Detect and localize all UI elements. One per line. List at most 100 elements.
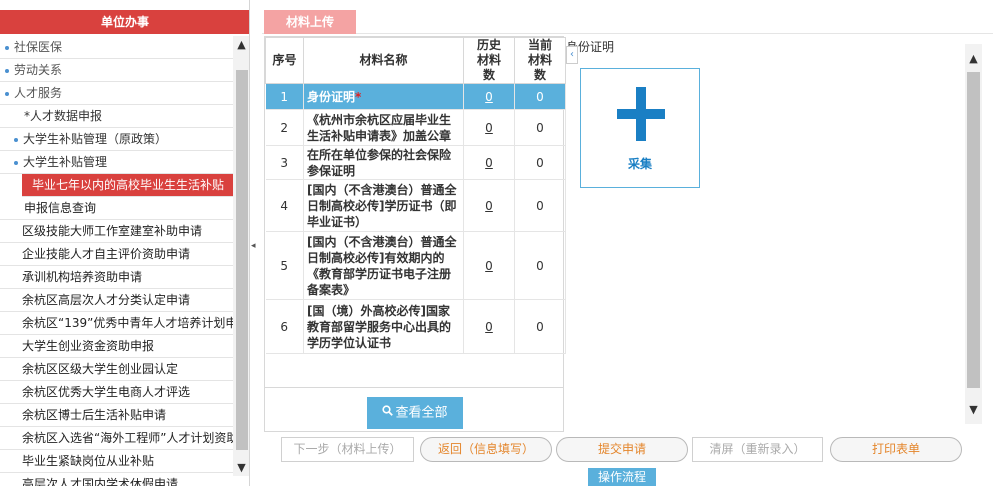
sidebar-item[interactable]: 大学生补贴管理（原政策） [0,128,233,151]
sidebar-item[interactable]: 承训机构培养资助申请 [0,266,233,289]
sidebar-item[interactable]: 人才服务 [0,82,233,105]
sidebar-item-label: 余杭区“139”优秀中青年人才培养计划申 [22,316,233,330]
sidebar-item-label: 余杭区高层次人才分类认定申请 [22,293,191,307]
bullet-icon [14,137,18,142]
main-scroll-thumb[interactable] [967,72,980,388]
sidebar-item[interactable]: 毕业生紧缺岗位从业补贴 [0,450,233,473]
material-panel: 序号 材料名称 历史材料数 当前材料数 1 身份证明* 0 0 2 《杭州市余杭区应届毕业… [264,36,566,432]
table-row[interactable]: 1 身份证明* 0 0 [265,83,566,110]
table-row[interactable]: 3 在所在单位参保的社会保险参保证明 0 0 [265,145,566,180]
sidebar-item[interactable]: 企业技能人才自主评价资助申请 [0,243,233,266]
capture-button[interactable]: 采集 [580,68,700,188]
sidebar-item[interactable]: 社保医保 [0,36,233,59]
scroll-up-icon[interactable]: ▲ [233,36,249,53]
row-number: 2 [265,109,304,146]
scroll-down-icon[interactable]: ▼ [965,401,982,418]
main-scrollbar[interactable]: ▲ ▼ [965,44,982,424]
material-name-cell: 《杭州市余杭区应届毕业生生活补贴申请表》加盖公章 [303,109,464,146]
history-count-link[interactable]: 0 [485,320,493,334]
current-count: 0 [514,179,566,232]
sidebar-item-label: 人才服务 [14,86,63,100]
clear-button[interactable]: 清屏（重新录入） [692,437,823,462]
row-number: 4 [265,179,304,232]
history-count-link[interactable]: 0 [485,156,493,170]
search-icon [382,397,394,429]
sidebar-item-label: 余杭区区级大学生创业园认定 [22,362,179,376]
history-count-link[interactable]: 0 [485,90,493,104]
sidebar-item[interactable]: *人才数据申报 [0,105,233,128]
material-name: [国（境）外高校必传]国家教育部留学服务中心出具的学历学位认证书 [307,303,452,350]
sidebar-item[interactable]: 区级技能大师工作室建室补助申请 [0,220,233,243]
sidebar-item-label: 高层次人才国内学术休假申请 [22,477,179,486]
material-name-cell: [国（境）外高校必传]国家教育部留学服务中心出具的学历学位认证书 [303,299,464,354]
capture-label: 采集 [627,157,652,171]
sidebar-item-label: 余杭区入选省“海外工程师”人才计划资助 [22,431,233,445]
sidebar-item-label: 毕业生紧缺岗位从业补贴 [22,454,155,468]
collapse-preview-icon[interactable]: ‹ [566,46,578,64]
sidebar-item[interactable]: 余杭区入选省“海外工程师”人才计划资助 [0,427,233,450]
sidebar-item[interactable]: 余杭区优秀大学生电商人才评选 [0,381,233,404]
sidebar-item-label: 大学生补贴管理 [23,155,108,169]
bullet-icon [5,45,9,50]
sidebar-item[interactable]: 申报信息查询 [0,197,233,220]
scroll-down-icon[interactable]: ▼ [233,459,249,476]
history-count-link[interactable]: 0 [485,259,493,273]
collapse-sidebar-icon[interactable]: ◂ [251,238,257,254]
history-count-cell: 0 [463,179,515,232]
material-name: [国内（不含港澳台）普通全日制高校必传]有效期内的《教育部学历证书电子注册备案表… [307,234,457,297]
current-count: 0 [514,109,566,146]
header-history-label: 历史材料数 [476,38,501,82]
sidebar-item[interactable]: 余杭区高层次人才分类认定申请 [0,289,233,312]
row-number: 5 [265,231,304,300]
history-count-link[interactable]: 0 [485,121,493,135]
sidebar-item[interactable]: 大学生补贴管理 [0,151,233,174]
sidebar-item[interactable]: 大学生创业资金资助申报 [0,335,233,358]
sidebar-scrollbar[interactable]: ▲ ▼ [233,36,249,476]
table-row[interactable]: 4 [国内（不含港澳台）普通全日制高校必传]学历证书（即毕业证书） 0 0 [265,179,566,232]
sidebar-item[interactable]: 劳动关系 [0,59,233,82]
panel-divider [265,387,563,388]
sidebar-item-label: 承训机构培养资助申请 [22,270,143,284]
history-count-link[interactable]: 0 [485,199,493,213]
preview-panel: 身份证明 ‹ 采集 [566,36,964,432]
next-step-button[interactable]: 下一步（材料上传） [281,437,414,462]
sidebar-item[interactable]: 余杭区博士后生活补贴申请 [0,404,233,427]
sidebar-item-label: 申报信息查询 [24,201,97,215]
current-count: 0 [514,83,566,110]
material-name: 身份证明 [307,89,356,104]
view-all-button[interactable]: 查看全部 [367,397,463,429]
history-count-cell: 0 [463,231,515,300]
material-name-cell: [国内（不含港澳台）普通全日制高校必传]学历证书（即毕业证书） [303,179,464,232]
row-number: 6 [265,299,304,354]
sidebar-scroll-thumb[interactable] [236,70,248,450]
sidebar-item[interactable]: 毕业七年以内的高校毕业生生活补贴 [22,174,233,197]
sidebar-title: 单位办事 [0,10,249,34]
sidebar-item-label: 毕业七年以内的高校毕业生生活补贴 [32,178,225,192]
view-all-label: 查看全部 [395,405,448,421]
table-row[interactable]: 5 [国内（不含港澳台）普通全日制高校必传]有效期内的《教育部学历证书电子注册备案… [265,231,566,300]
table-row[interactable]: 2 《杭州市余杭区应届毕业生生活补贴申请表》加盖公章 0 0 [265,109,566,146]
sidebar-item[interactable]: 余杭区区级大学生创业园认定 [0,358,233,381]
sidebar-item[interactable]: 余杭区“139”优秀中青年人才培养计划申 [0,312,233,335]
sidebar-item-label: 区级技能大师工作室建室补助申请 [22,224,203,238]
material-name-cell: 在所在单位参保的社会保险参保证明 [303,145,464,180]
material-rows: 1 身份证明* 0 0 2 《杭州市余杭区应届毕业生生活补贴申请表》加盖公章 0 0 3 在所在单… [265,83,566,354]
table-row[interactable]: 6 [国（境）外高校必传]国家教育部留学服务中心出具的学历学位认证书 0 0 [265,299,566,354]
table-header-row: 序号 材料名称 历史材料数 当前材料数 [265,37,566,84]
operation-flow-button[interactable]: 操作流程 [588,468,656,486]
material-name: 《杭州市余杭区应届毕业生生活补贴申请表》加盖公章 [307,112,452,143]
sidebar-item-label: 企业技能人才自主评价资助申请 [22,247,191,261]
header-history: 历史材料数 [463,37,515,84]
history-count-cell: 0 [463,109,515,146]
tab-material-upload[interactable]: 材料上传 [264,10,356,34]
sidebar-item-label: 大学生创业资金资助申报 [22,339,155,353]
back-button[interactable]: 返回（信息填写） [420,437,552,462]
sidebar-item[interactable]: 高层次人才国内学术休假申请 [0,473,233,486]
bullet-icon [5,91,9,96]
submit-button[interactable]: 提交申请 [556,437,688,462]
print-button[interactable]: 打印表单 [830,437,962,462]
history-count-cell: 0 [463,83,515,110]
material-name: 在所在单位参保的社会保险参保证明 [307,147,452,178]
main-tabbar: 材料上传 [262,10,993,34]
scroll-up-icon[interactable]: ▲ [965,50,982,67]
